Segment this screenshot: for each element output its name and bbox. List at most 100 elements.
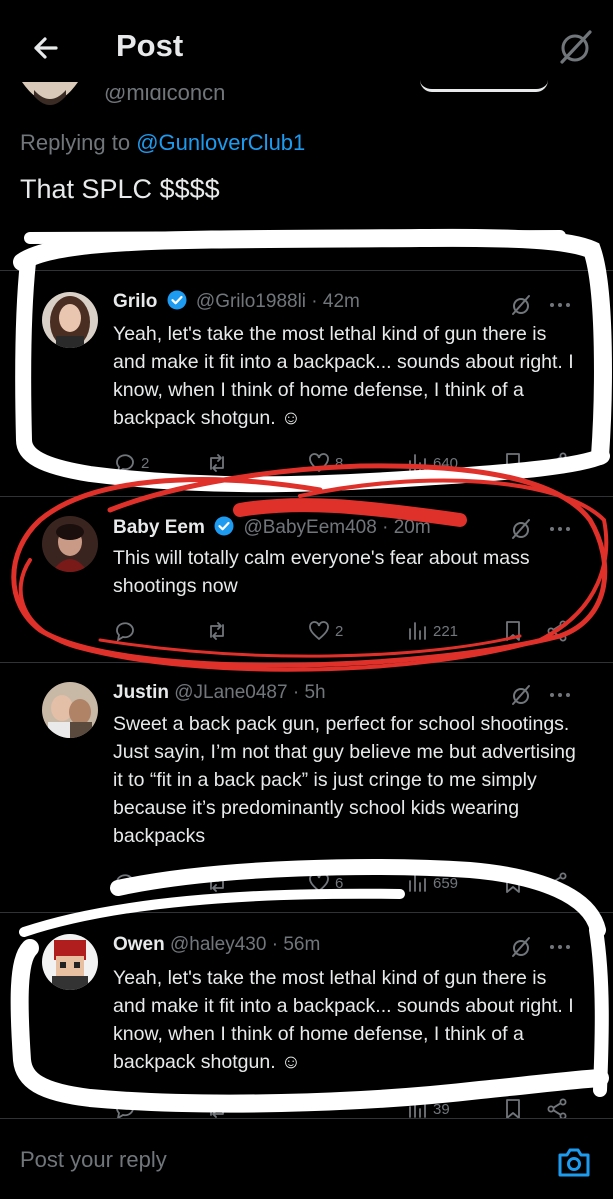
views-button[interactable]: 640 bbox=[405, 448, 458, 478]
share-icon bbox=[547, 620, 567, 642]
avatar[interactable] bbox=[20, 82, 80, 112]
avatar[interactable] bbox=[42, 934, 98, 990]
avatar[interactable] bbox=[42, 682, 98, 738]
back-button[interactable] bbox=[26, 28, 66, 68]
like-button[interactable]: 2 bbox=[307, 616, 343, 646]
reply-composer-bar: Post your reply bbox=[0, 1118, 613, 1199]
reply-count: 2 bbox=[141, 874, 150, 892]
view-count: 221 bbox=[433, 622, 459, 640]
reply-icon bbox=[116, 622, 134, 642]
reply-text: Yeah, let's take the most lethal kind of… bbox=[113, 323, 574, 429]
page-title: Post bbox=[116, 28, 184, 63]
bookmark-button[interactable] bbox=[501, 448, 525, 478]
author-name[interactable]: Justin bbox=[113, 682, 169, 703]
reply-item[interactable]: Owen @haley430 · 56m Yeah, let's take th… bbox=[0, 912, 613, 1120]
views-icon bbox=[409, 454, 426, 472]
replying-mention-link[interactable]: @GunloverClub1 bbox=[136, 130, 305, 155]
more-options-icon[interactable] bbox=[548, 524, 572, 534]
grok-icon[interactable] bbox=[508, 516, 534, 542]
more-options-icon[interactable] bbox=[548, 942, 572, 952]
timestamp[interactable]: 42m bbox=[323, 291, 360, 312]
timestamp[interactable]: 5h bbox=[304, 682, 325, 703]
more-options-icon[interactable] bbox=[548, 690, 572, 700]
avatar[interactable] bbox=[42, 292, 98, 348]
like-count: 8 bbox=[335, 454, 344, 472]
like-button[interactable]: 6 bbox=[307, 868, 343, 898]
grok-button[interactable] bbox=[552, 24, 598, 70]
view-count: 39 bbox=[433, 1100, 450, 1118]
view-count: 659 bbox=[433, 874, 459, 892]
share-icon bbox=[547, 452, 567, 474]
view-quotes-link[interactable]: View quotes bbox=[440, 234, 521, 242]
share-button[interactable] bbox=[545, 448, 569, 478]
repost-icon bbox=[210, 874, 224, 892]
reply-item[interactable]: Justin @JLane0487 · 5h Sweet a back pack… bbox=[0, 662, 613, 912]
share-button[interactable] bbox=[545, 616, 569, 646]
reply-count: 2 bbox=[141, 454, 150, 472]
repost-button[interactable] bbox=[205, 868, 229, 898]
replying-to-line: Replying to @GunloverClub1 bbox=[20, 130, 305, 156]
heart-icon bbox=[309, 453, 329, 473]
view-count: 640 bbox=[433, 454, 459, 472]
author-handle[interactable]: @haley430 bbox=[170, 934, 266, 955]
reply-item[interactable]: Grilo @Grilo1988li · 42m Yeah, let's tak… bbox=[0, 270, 613, 496]
bookmark-button[interactable] bbox=[501, 868, 525, 898]
camera-button[interactable] bbox=[556, 1147, 592, 1179]
reply-item[interactable]: Baby Eem @BabyEem408 · 20m This will tot… bbox=[0, 496, 613, 662]
more-options-icon[interactable] bbox=[548, 300, 572, 310]
share-icon bbox=[547, 872, 567, 894]
repost-icon bbox=[210, 622, 224, 640]
reply-button[interactable]: 2 bbox=[113, 868, 149, 898]
reply-header: Baby Eem @BabyEem408 · 20m bbox=[113, 516, 431, 538]
header-bar: Post bbox=[0, 0, 613, 92]
bookmark-icon bbox=[506, 873, 520, 893]
reply-text: Sweet a back pack gun, perfect for schoo… bbox=[113, 713, 576, 847]
reply-header: Grilo @Grilo1988li · 42m bbox=[113, 290, 360, 312]
repost-icon bbox=[210, 454, 224, 472]
action-bar: 2 8 640 bbox=[113, 448, 583, 478]
author-name[interactable]: Grilo bbox=[113, 291, 157, 312]
like-button[interactable]: 8 bbox=[307, 448, 343, 478]
author-handle[interactable]: @JLane0487 bbox=[174, 682, 287, 703]
author-name[interactable]: Baby Eem bbox=[113, 517, 205, 538]
views-button[interactable]: 659 bbox=[405, 868, 458, 898]
reply-icon bbox=[116, 874, 134, 894]
repost-button[interactable] bbox=[205, 616, 229, 646]
bookmark-icon bbox=[506, 453, 520, 473]
bookmark-button[interactable] bbox=[501, 616, 525, 646]
verified-badge-icon bbox=[214, 516, 234, 536]
views-icon bbox=[409, 622, 426, 640]
timestamp[interactable]: 20m bbox=[394, 517, 431, 538]
views-icon bbox=[409, 874, 426, 892]
arrow-left-icon bbox=[34, 37, 58, 59]
author-handle[interactable]: @Grilo1988li bbox=[196, 291, 306, 312]
like-count: 6 bbox=[335, 874, 344, 892]
camera-icon bbox=[558, 1148, 590, 1177]
timestamp[interactable]: 56m bbox=[283, 934, 320, 955]
grok-icon[interactable] bbox=[508, 934, 534, 960]
author-handle[interactable]: @BabyEem408 bbox=[243, 517, 376, 538]
follow-button[interactable] bbox=[420, 80, 548, 92]
reply-button[interactable]: 2 bbox=[113, 448, 149, 478]
avatar[interactable] bbox=[42, 516, 98, 572]
repost-button[interactable] bbox=[205, 448, 229, 478]
heart-icon bbox=[309, 621, 329, 641]
grok-icon[interactable] bbox=[508, 682, 534, 708]
grok-icon[interactable] bbox=[508, 292, 534, 318]
reply-header: Justin @JLane0487 · 5h bbox=[113, 682, 326, 703]
author-name[interactable]: Owen bbox=[113, 934, 165, 955]
reply-input[interactable]: Post your reply bbox=[20, 1147, 167, 1173]
views-button[interactable]: 221 bbox=[405, 616, 458, 646]
reply-header: Owen @haley430 · 56m bbox=[113, 934, 321, 955]
share-button[interactable] bbox=[545, 868, 569, 898]
post-text: That SPLC $$$$ bbox=[20, 174, 220, 204]
verified-badge-icon bbox=[167, 290, 187, 310]
like-count: 2 bbox=[335, 622, 344, 640]
heart-icon bbox=[309, 873, 329, 893]
reply-button[interactable] bbox=[113, 616, 137, 646]
replying-prefix: Replying to bbox=[20, 130, 137, 155]
reply-text: Yeah, let's take the most lethal kind of… bbox=[113, 967, 574, 1073]
sort-relevant-dropdown[interactable]: Relevant bbox=[28, 234, 87, 242]
action-bar: 2 221 bbox=[113, 616, 583, 646]
bookmark-icon bbox=[506, 621, 520, 641]
